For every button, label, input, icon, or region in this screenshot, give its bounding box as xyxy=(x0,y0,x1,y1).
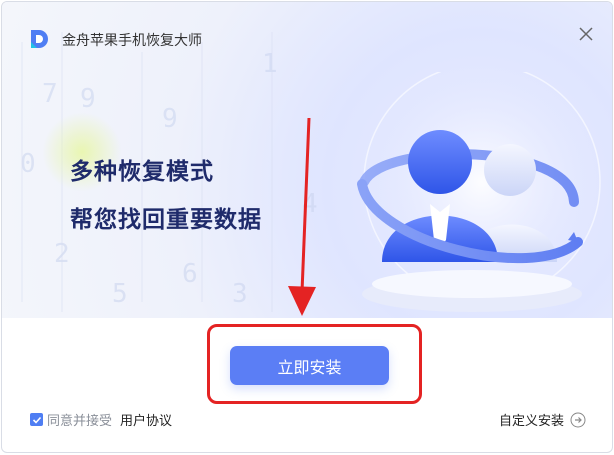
user-agreement-link[interactable]: 用户协议 xyxy=(120,410,172,429)
users-illustration xyxy=(357,72,602,312)
app-title: 金舟苹果手机恢复大师 xyxy=(62,33,202,49)
banner: 7 0 9 2 9 6 4 3 1 5 金舟苹果手机恢复大师 多种恢复模式 帮您… xyxy=(2,2,612,318)
svg-text:7: 7 xyxy=(42,79,58,109)
app-logo-icon xyxy=(31,30,48,48)
custom-install-label: 自定义安装 xyxy=(498,414,564,429)
agree-label: 同意并接受 xyxy=(47,414,113,429)
svg-text:3: 3 xyxy=(232,279,248,309)
close-icon[interactable] xyxy=(576,24,596,44)
svg-text:0: 0 xyxy=(20,149,36,179)
arrow-right-circle-icon xyxy=(570,412,586,427)
banner-headline: 多种恢复模式 xyxy=(70,159,214,185)
svg-text:2: 2 xyxy=(54,239,70,269)
custom-install-link[interactable]: 自定义安装 xyxy=(499,410,586,429)
agree-checkbox[interactable] xyxy=(30,413,43,426)
banner-subline: 帮您找回重要数据 xyxy=(70,207,262,233)
svg-text:4: 4 xyxy=(302,189,318,219)
svg-text:9: 9 xyxy=(162,104,178,134)
agreement-row: 同意并接受 用户协议 xyxy=(30,410,172,429)
checkmark-icon xyxy=(32,416,41,424)
install-now-button[interactable]: 立即安装 xyxy=(230,346,389,385)
title-bar: 金舟苹果手机恢复大师 xyxy=(2,2,612,62)
svg-text:5: 5 xyxy=(112,279,128,309)
svg-text:6: 6 xyxy=(182,259,198,289)
installer-window: 7 0 9 2 9 6 4 3 1 5 金舟苹果手机恢复大师 多种恢复模式 帮您… xyxy=(1,1,613,453)
svg-text:9: 9 xyxy=(80,84,96,114)
